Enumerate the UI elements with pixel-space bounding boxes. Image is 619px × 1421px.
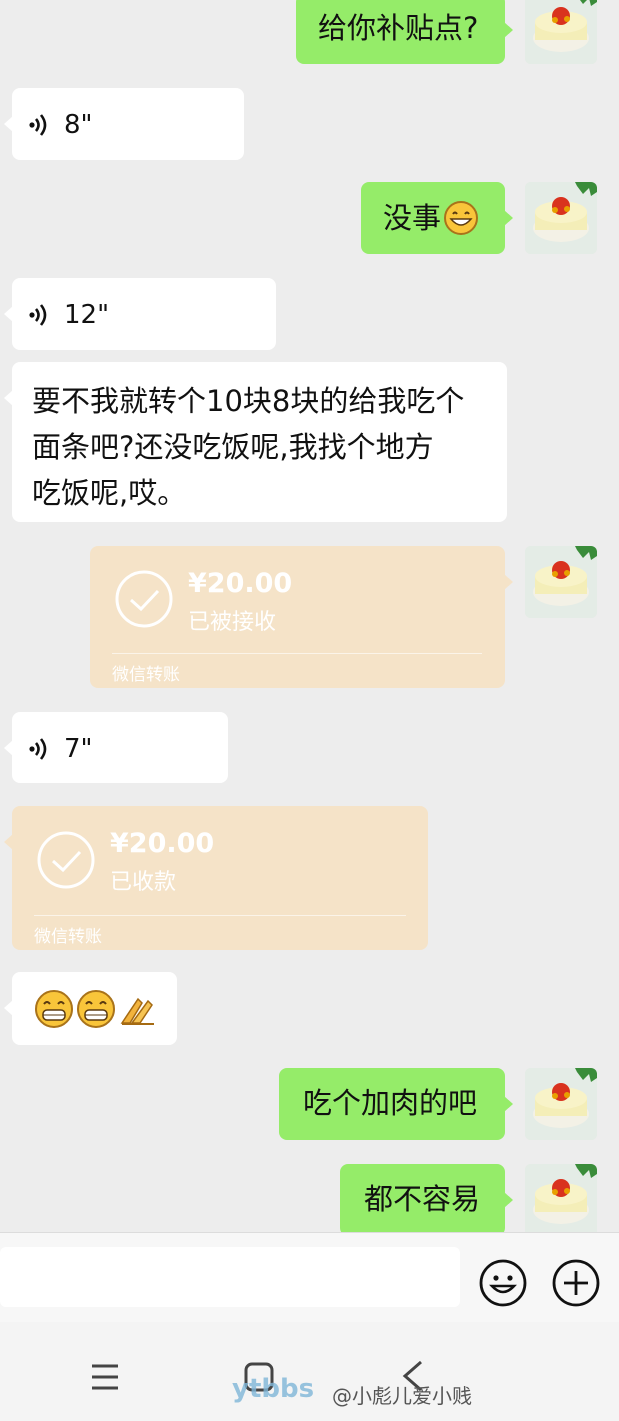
chat-area[interactable]: 给你补贴点? 8" 没事 12" 要不我就转个10块8块的给我吃个 面条吧?还没… (0, 0, 619, 1232)
message-text-line: 面条吧?还没吃饭呢,我找个地方 (32, 430, 434, 464)
voice-message[interactable]: 8" (4, 88, 244, 160)
message-text: 给你补贴点? (318, 11, 479, 45)
transfer-card-incoming[interactable]: ¥20.00 已收款 微信转账 (4, 806, 428, 950)
message-bubble-outgoing[interactable]: 没事 (361, 182, 513, 254)
system-nav-bar: ytbbs @小彪儿爱小贱 (0, 1322, 619, 1421)
message-bubble-outgoing[interactable]: 都不容易 (340, 1164, 513, 1232)
grin-emoji-icon (35, 989, 73, 1028)
check-circle-icon (37, 831, 95, 889)
emoji-message[interactable] (4, 972, 177, 1045)
clap-emoji-icon (120, 997, 154, 1025)
voice-duration: 12" (64, 300, 110, 330)
watermark-handle: @小彪儿爱小贱 (332, 1384, 472, 1408)
transfer-footer: 微信转账 (34, 927, 102, 947)
transfer-amount: ¥20.00 (110, 828, 215, 859)
divider (112, 653, 482, 654)
message-text: 吃个加肉的吧 (303, 1086, 478, 1120)
transfer-footer: 微信转账 (112, 665, 180, 685)
plus-icon[interactable] (551, 1258, 601, 1308)
message-text-line: 要不我就转个10块8块的给我吃个 (32, 384, 465, 418)
input-bar (0, 1232, 619, 1323)
menu-icon[interactable] (90, 1363, 120, 1391)
voice-message[interactable]: 12" (4, 278, 276, 350)
avatar[interactable] (525, 1068, 597, 1140)
voice-duration: 8" (64, 110, 93, 140)
voice-message[interactable]: 7" (4, 712, 228, 783)
divider (34, 915, 406, 916)
message-text: 没事 (383, 201, 442, 235)
message-bubble-incoming[interactable]: 要不我就转个10块8块的给我吃个 面条吧?还没吃饭呢,我找个地方 吃饭呢,哎。 (4, 362, 507, 522)
avatar[interactable] (525, 0, 597, 64)
message-input[interactable] (0, 1247, 460, 1307)
grin-emoji-icon (77, 989, 115, 1028)
transfer-card-outgoing[interactable]: ¥20.00 已被接收 微信转账 (90, 546, 513, 688)
message-text: 都不容易 (364, 1182, 481, 1216)
watermark-logo: ytbbs (232, 1374, 315, 1404)
message-bubble-outgoing[interactable]: 吃个加肉的吧 (279, 1068, 513, 1140)
transfer-status: 已被接收 (188, 610, 277, 635)
avatar[interactable] (525, 1164, 597, 1232)
voice-icon (29, 114, 47, 136)
message-bubble-outgoing[interactable]: 给你补贴点? (296, 0, 513, 64)
check-circle-icon (115, 570, 173, 628)
smile-emoji-icon[interactable] (478, 1258, 528, 1308)
avatar[interactable] (525, 182, 597, 254)
avatar[interactable] (525, 546, 597, 618)
voice-duration: 7" (64, 734, 93, 764)
voice-icon (29, 304, 47, 326)
transfer-amount: ¥20.00 (188, 568, 293, 599)
voice-icon (29, 738, 47, 760)
grin-emoji-icon (444, 201, 479, 236)
transfer-status: 已收款 (110, 870, 177, 895)
message-text-line: 吃饭呢,哎。 (32, 476, 187, 510)
